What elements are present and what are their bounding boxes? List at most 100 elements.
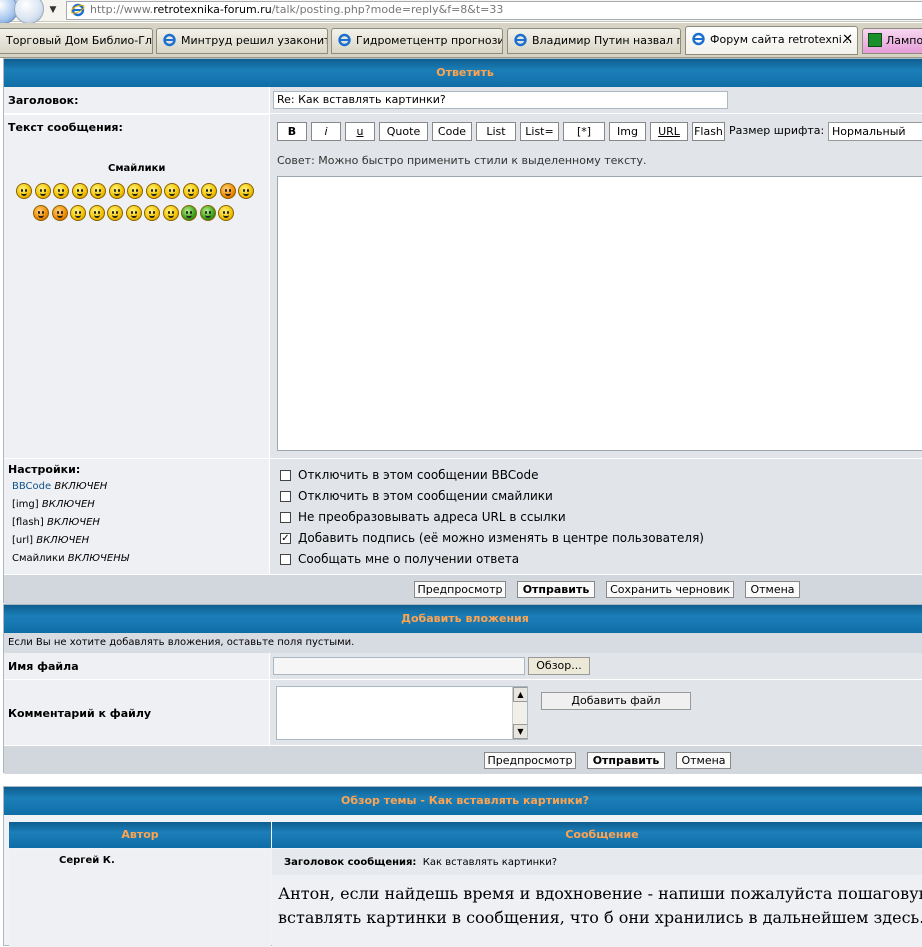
smiley-icon[interactable] [125,205,142,221]
ie-tab-icon [514,33,527,47]
url-button[interactable]: URL [650,122,688,141]
comment-label-cell: Комментарий к файлу [4,680,269,745]
smiley-icon[interactable] [201,183,217,199]
reply-header: Ответить [4,59,922,87]
smiley-icon[interactable] [70,205,86,221]
attach-buttons-row: Предпросмотр Отправить Отмена [4,746,922,774]
tab-forum[interactable]: Форум сайта retrotexni... ✕ [685,26,858,55]
attach-signature-checkbox[interactable]: ✓ [280,533,291,544]
setting-bbcode-status: BBCode ВКЛЮЧЕН [12,481,108,492]
cancel-button[interactable]: Отмена [745,581,800,598]
img-button[interactable]: Img [609,122,646,141]
smiley-icon[interactable] [107,205,123,221]
author-cell: Сергей К. [9,849,271,947]
scroll-up-icon[interactable]: ▲ [513,687,527,702]
smiley-icon[interactable] [238,183,254,199]
filename-label-cell: Имя файла [4,653,269,679]
smiley-icon[interactable] [51,205,68,221]
smiley-icon[interactable] [218,205,234,221]
address-text: http://www.retrotexnika-forum.ru/talk/po… [90,3,504,16]
save-draft-button[interactable]: Сохранить черновик [606,581,734,598]
smiley-icon[interactable] [145,183,162,199]
smiley-icon[interactable] [90,183,106,199]
smiley-icon[interactable] [34,183,51,199]
add-file-button[interactable]: Добавить файл [541,692,691,710]
address-toolbar: ▼ http://www.retrotexnika-forum.ru/talk/… [0,0,922,24]
attach-preview-button[interactable]: Предпросмотр [484,752,576,769]
settings-options-cell: Отключить в этом сообщении BBCode Отключ… [270,459,922,574]
smiley-icon[interactable] [144,205,160,221]
history-dropdown-icon[interactable]: ▼ [47,4,59,16]
forward-button[interactable] [14,0,44,24]
disable-url-checkbox[interactable] [280,512,291,523]
filename-input[interactable] [273,657,525,675]
smiley-icon[interactable] [199,205,216,221]
setting-img-status: [img] ВКЛЮЧЕН [12,499,95,510]
setting-url-status: [url] ВКЛЮЧЕН [12,535,90,546]
smiley-icon[interactable] [219,183,236,199]
bbcode-faq-link[interactable]: BBCode [12,481,51,492]
italic-button[interactable]: i [311,122,341,141]
preview-button[interactable]: Предпросмотр [414,581,506,598]
reply-panel: Ответить Заголовок: Re: Как вставлять ка… [3,58,922,604]
topic-review-panel: Обзор темы - Как вставлять картинки? Авт… [3,786,922,947]
tab-biblio[interactable]: Торговый Дом Библио-Гл... [0,28,153,54]
ie-tab-icon [163,33,176,47]
post-subject-row: Заголовок сообщения: Как вставлять карти… [272,849,922,875]
notify-reply-label: Сообщать мне о получении ответа [298,552,520,566]
notify-reply-checkbox[interactable] [280,554,291,565]
list-button[interactable]: List [476,122,516,141]
underline-button[interactable]: u [345,122,375,141]
subject-label: Заголовок: [8,94,79,107]
disable-smilies-checkbox[interactable] [280,491,291,502]
tab-mintrud[interactable]: Минтруд решил узаконит... [156,28,328,54]
tab-meteo[interactable]: Гидрометцентр прогнози... [331,28,503,54]
bold-button[interactable]: B [277,122,307,141]
filename-label: Имя файла [8,660,79,673]
smiley-icon[interactable] [127,183,143,199]
comment-scrollbar[interactable]: ▲ ▼ [512,687,527,739]
disable-bbcode-checkbox[interactable] [280,470,291,481]
close-tab-icon[interactable]: ✕ [842,27,853,53]
disable-bbcode-label: Отключить в этом сообщении BBCode [298,468,539,482]
tab-lampoe[interactable]: Лампое [862,28,922,54]
message-textarea[interactable] [277,176,922,451]
font-size-select[interactable]: Нормальный [828,122,922,141]
attach-signature-label: Добавить подпись (её можно изменять в це… [298,531,704,545]
quote-button[interactable]: Quote [379,122,428,141]
smiley-icon[interactable] [108,183,125,199]
ie-tab-icon [692,32,705,46]
list-numbered-button[interactable]: List= [520,122,559,141]
list-item-button[interactable]: [*] [563,122,605,141]
comment-textarea[interactable]: ▲ ▼ [276,686,528,740]
message-column-header: Сообщение [272,822,922,848]
smiley-icon[interactable] [182,183,199,199]
subject-input-cell: Re: Как вставлять картинки? [270,87,922,113]
comment-input-cell: ▲ ▼ Добавить файл [270,680,922,745]
smiley-icon[interactable] [181,205,197,221]
smiley-icon[interactable] [164,183,180,199]
disable-url-label: Не преобразовывать адреса URL в ссылки [298,510,566,524]
attach-cancel-button[interactable]: Отмена [676,752,731,769]
smilies-title: Смайлики [108,163,166,174]
smiley-icon[interactable] [53,183,69,199]
code-button[interactable]: Code [432,122,472,141]
tab-bar: Торговый Дом Библио-Гл... Минтруд решил … [0,23,922,58]
smiley-icon[interactable] [16,183,32,199]
smiley-icon[interactable] [33,205,49,221]
smiley-icon[interactable] [88,205,105,221]
scroll-down-icon[interactable]: ▼ [513,724,527,739]
browse-button[interactable]: Обзор... [528,657,590,675]
post-body: Антон, если найдешь время и вдохновение … [278,884,922,927]
attach-submit-button[interactable]: Отправить [587,752,665,769]
settings-label-cell: Настройки: BBCode ВКЛЮЧЕН [img] ВКЛЮЧЕН … [4,459,269,574]
flash-button[interactable]: Flash [692,122,725,141]
submit-button[interactable]: Отправить [517,581,595,598]
smiley-icon[interactable] [71,183,88,199]
tab-putin[interactable]: Владимир Путин назвал п... [507,28,681,54]
setting-flash-status: [flash] ВКЛЮЧЕН [12,517,100,528]
subject-input[interactable]: Re: Как вставлять картинки? [273,91,728,109]
post-author[interactable]: Сергей К. [59,855,115,866]
ie-tab-icon [338,33,351,47]
smiley-icon[interactable] [162,205,179,221]
